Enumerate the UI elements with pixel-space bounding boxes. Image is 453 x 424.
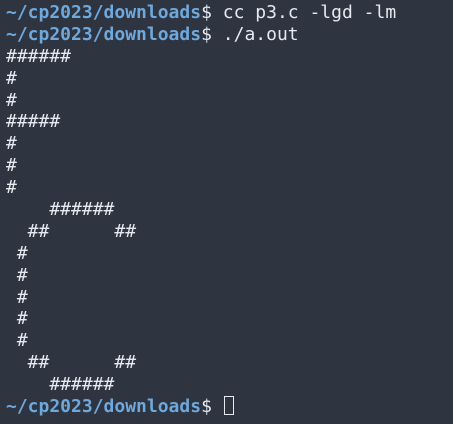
prompt-symbol: $: [201, 2, 212, 23]
prompt-path: ~/cp2023/downloads: [6, 396, 202, 418]
command-line: ~/cp2023/downloads$ cc p3.c -lgd -lm: [6, 2, 453, 24]
output-line: ## ##: [6, 352, 137, 374]
prompt-symbol: $: [201, 23, 212, 45]
cursor: [223, 396, 234, 416]
output-line: #: [6, 133, 17, 155]
prompt-symbol: $: [201, 396, 212, 418]
command-line: ~/cp2023/downloads$ ./a.out: [6, 24, 453, 46]
output-line: #: [6, 308, 28, 330]
output-line: #: [6, 67, 17, 89]
terminal-window[interactable]: ~/cp2023/downloads$ cc p3.c -lgd -lm ~/c…: [0, 0, 453, 424]
output-line: #: [6, 177, 17, 199]
output-line: ######: [6, 374, 115, 396]
output-line: ######: [6, 45, 72, 67]
output-line: ## ##: [6, 220, 137, 242]
command-text: ./a.out: [222, 23, 299, 45]
command-text: cc p3.c -lgd -lm: [222, 2, 397, 23]
active-prompt-line[interactable]: ~/cp2023/downloads$: [6, 396, 453, 418]
output-line: ######: [6, 199, 115, 221]
prompt-path: ~/cp2023/downloads: [6, 2, 202, 23]
output-line: #: [6, 155, 17, 177]
output-line: #: [6, 330, 28, 352]
output-line: #: [6, 286, 28, 308]
output-line: #####: [6, 111, 61, 133]
output-line: #: [6, 89, 17, 111]
prompt-path: ~/cp2023/downloads: [6, 23, 202, 45]
output-line: #: [6, 264, 28, 286]
output-line: #: [6, 242, 28, 264]
